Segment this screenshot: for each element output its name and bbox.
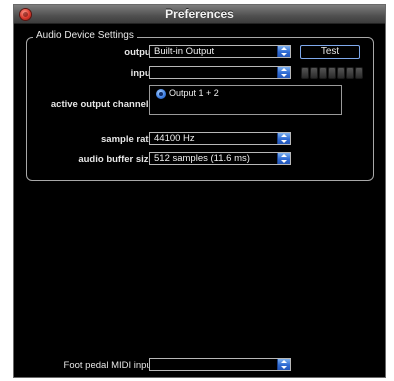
foot-pedal-midi-popup[interactable] <box>149 358 291 371</box>
buffer-size-value: 512 samples (11.6 ms) <box>154 153 250 164</box>
meter-segment <box>301 67 309 79</box>
audio-buffer-size-label: audio buffer size: <box>78 154 157 165</box>
meter-segment <box>346 67 354 79</box>
meter-segment <box>337 67 345 79</box>
radio-selected-icon[interactable] <box>156 89 166 99</box>
active-output-channels-label: active output channels: <box>50 99 157 110</box>
popup-stepper-icon <box>277 133 290 144</box>
sample-rate-value: 44100 Hz <box>154 133 195 144</box>
title-bar[interactable]: Preferences <box>14 5 385 24</box>
popup-stepper-icon <box>277 46 290 57</box>
meter-segment <box>319 67 327 79</box>
input-level-meter <box>301 67 363 79</box>
popup-stepper-icon <box>277 67 290 78</box>
popup-stepper-icon <box>277 359 290 370</box>
window-title: Preferences <box>165 7 234 21</box>
foot-pedal-midi-label: Foot pedal MIDI input: <box>63 360 157 371</box>
test-button[interactable]: Test <box>300 45 360 59</box>
meter-segment <box>355 67 363 79</box>
output-channels-list: Output 1 + 2 <box>149 85 342 115</box>
preferences-window: Preferences Audio Device Settings output… <box>13 4 386 378</box>
buffer-size-popup[interactable]: 512 samples (11.6 ms) <box>149 152 291 165</box>
output-popup[interactable]: Built-in Output <box>149 45 291 58</box>
popup-stepper-icon <box>277 153 290 164</box>
meter-segment <box>310 67 318 79</box>
sample-rate-popup[interactable]: 44100 Hz <box>149 132 291 145</box>
meter-segment <box>328 67 336 79</box>
channel-option-label[interactable]: Output 1 + 2 <box>169 88 219 98</box>
group-label: Audio Device Settings <box>33 30 137 41</box>
output-value: Built-in Output <box>154 46 215 57</box>
input-popup[interactable] <box>149 66 291 79</box>
